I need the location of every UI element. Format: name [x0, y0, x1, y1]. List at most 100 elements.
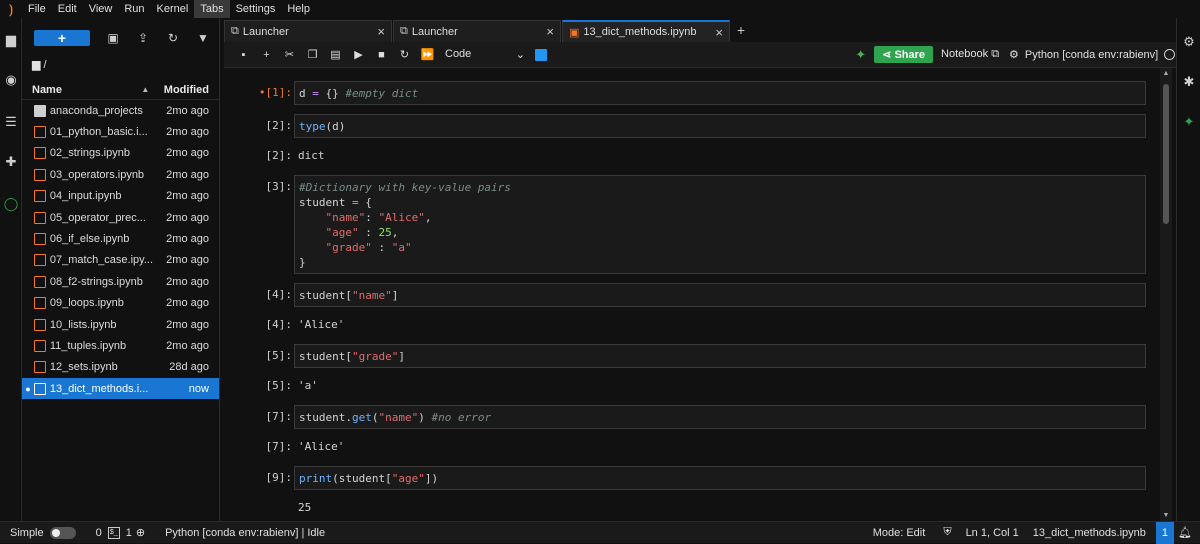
tab-1[interactable]: ⧉ Launcher × [224, 20, 392, 42]
git-icon[interactable]: ◯ [3, 196, 19, 212]
save-icon[interactable]: ▪ [232, 49, 255, 61]
menu-tabs[interactable]: Tabs [194, 0, 230, 18]
simple-mode-toggle[interactable]: Simple [10, 526, 76, 539]
shield-icon[interactable]: ⛨ [943, 526, 951, 539]
code-cell-editor[interactable]: d = {} #empty dict [294, 81, 1146, 105]
add-tab-button[interactable]: + [731, 20, 751, 42]
menu-run[interactable]: Run [118, 0, 150, 18]
new-folder-icon[interactable]: ▣ [100, 31, 126, 45]
insert-cell-icon[interactable]: + [255, 49, 278, 61]
breadcrumb[interactable]: ▆ / [22, 58, 219, 80]
code-cell-editor[interactable]: #Dictionary with key-value pairs student… [294, 175, 1146, 274]
notification-count[interactable]: 1 [1155, 521, 1175, 544]
bell-icon[interactable]: 🔔︎ [1178, 526, 1192, 539]
menu-help[interactable]: Help [281, 0, 316, 18]
simple-label: Simple [10, 526, 44, 539]
upload-icon[interactable]: ⇪ [130, 31, 156, 45]
restart-run-all-icon[interactable]: ⏩ [416, 48, 439, 61]
scroll-thumb[interactable] [1163, 84, 1169, 224]
tab-bar: ⧉ Launcher × ⧉ Launcher × ▣ 13_dict_methods.ipy… [224, 18, 1200, 42]
column-name[interactable]: Name [22, 84, 141, 96]
notebook-icon [33, 318, 46, 331]
menu-file[interactable]: File [22, 0, 52, 18]
debugger-icon[interactable]: ✱ [1181, 74, 1197, 90]
new-launcher-button[interactable]: + [34, 30, 90, 46]
copy-icon[interactable]: ❐ [301, 48, 324, 61]
close-icon[interactable]: × [546, 24, 554, 39]
notebook-icon [33, 297, 46, 310]
code-cell-editor[interactable]: type(d) [294, 114, 1146, 138]
menu-settings[interactable]: Settings [230, 0, 282, 18]
cell-prompt: [9]: [265, 471, 293, 484]
file-list-item[interactable]: 01_python_basic.i... 2mo ago [22, 121, 219, 142]
file-list-item[interactable]: 07_match_case.ipy... 2mo ago [22, 250, 219, 271]
tab-3[interactable]: ▣ 13_dict_methods.ipynb × [562, 20, 730, 42]
terminals-status[interactable]: 0 $_ 1 ⊕ [96, 526, 145, 539]
close-icon[interactable]: × [377, 24, 385, 39]
file-list-item[interactable]: 06_if_else.ipynb 2mo ago [22, 228, 219, 249]
right-sidebar: ⚙ ✱ ✦ [1176, 18, 1200, 521]
file-list-item[interactable]: ● 13_dict_methods.i... now [22, 378, 219, 400]
code-cell-editor[interactable]: print(student["age"]) [294, 466, 1146, 490]
menu-kernel[interactable]: Kernel [151, 0, 195, 18]
cell-type-select[interactable]: Code ⌄ [445, 48, 525, 61]
restart-icon[interactable]: ↻ [393, 48, 416, 61]
file-list-item[interactable]: 09_loops.ipynb 2mo ago [22, 293, 219, 314]
filter-icon[interactable]: ▼ [190, 31, 216, 45]
kernel-status-icon [1164, 49, 1176, 60]
refresh-icon[interactable]: ↻ [160, 31, 186, 45]
file-list-item[interactable]: 04_input.ipynb 2mo ago [22, 186, 219, 207]
stop-icon[interactable]: ■ [370, 49, 393, 61]
toggle-switch[interactable] [49, 526, 76, 539]
file-modified: 2mo ago [166, 104, 210, 117]
ai-assistant-icon[interactable]: ✦ [1181, 114, 1197, 130]
code-cell-editor[interactable]: student["name"] [294, 283, 1146, 307]
menu-view[interactable]: View [83, 0, 119, 18]
menu-items: File Edit View Run Kernel Tabs Settings Help [22, 0, 316, 18]
extensions-icon[interactable]: ✚ [3, 154, 19, 170]
table-of-contents-icon[interactable]: ☰ [3, 114, 19, 130]
cell-output: 25 [298, 501, 312, 514]
file-list-item[interactable]: 03_operators.ipynb 2mo ago [22, 164, 219, 185]
notebook-scrollbar[interactable]: ▲ ▼ [1160, 68, 1172, 521]
menu-edit[interactable]: Edit [52, 0, 83, 18]
file-list-item[interactable]: 05_operator_prec... 2mo ago [22, 207, 219, 228]
gear-icon[interactable]: ⚙ [1009, 48, 1019, 61]
file-list-item[interactable]: 08_f2-strings.ipynb 2mo ago [22, 271, 219, 292]
paste-icon[interactable]: ▤ [324, 48, 347, 61]
terminals-count: 0 [95, 526, 102, 539]
tab-2[interactable]: ⧉ Launcher × [393, 20, 561, 42]
file-name: 06_if_else.ipynb [49, 233, 130, 246]
cut-icon[interactable]: ✂ [278, 48, 301, 61]
notebook-view-button[interactable]: Notebook ⧉ [941, 48, 999, 61]
run-icon[interactable]: ▶ [347, 48, 370, 61]
file-list-item[interactable]: 12_sets.ipynb 28d ago [22, 357, 219, 378]
file-name: 07_match_case.ipy... [49, 254, 154, 267]
file-list-item[interactable]: 10_lists.ipynb 2mo ago [22, 314, 219, 335]
ai-sparkle-icon[interactable]: ✦ [855, 47, 866, 63]
share-button[interactable]: ⋖ Share [874, 46, 934, 63]
kernel-status[interactable]: Python [conda env:rabienv] | Idle [165, 527, 325, 539]
settings-gears-icon[interactable]: ⚙ [1181, 34, 1197, 50]
scroll-down-icon[interactable]: ▼ [1160, 512, 1172, 519]
file-list-item[interactable]: anaconda_projects 2mo ago [22, 100, 219, 121]
file-modified: 2mo ago [166, 297, 209, 310]
folder-icon[interactable]: ▆ [3, 32, 19, 48]
code-cell-editor[interactable]: student["grade"] [294, 344, 1146, 368]
kernel-name[interactable]: Python [conda env:rabienv] [1025, 49, 1158, 61]
file-list-item[interactable]: 11_tuples.ipynb 2mo ago [22, 335, 219, 356]
file-name: anaconda_projects [49, 104, 143, 117]
code-cell-editor[interactable]: student.get("name") #no error [294, 405, 1146, 429]
close-icon[interactable]: × [715, 25, 723, 40]
column-modified[interactable]: Modified [161, 84, 219, 96]
property-inspector-icon[interactable] [535, 48, 547, 61]
file-modified: 2mo ago [166, 211, 209, 224]
menu-bar: ⟯ File Edit View Run Kernel Tabs Settings Help [0, 0, 1200, 18]
cursor-position[interactable]: Ln 1, Col 1 [966, 527, 1019, 539]
cell-prompt: •[1]: [258, 86, 292, 99]
running-kernels-icon[interactable]: ◉ [3, 72, 19, 88]
file-list-item[interactable]: 02_strings.ipynb 2mo ago [22, 143, 219, 164]
file-browser-toolbar: + ▣ ⇪ ↻ ▼ [22, 18, 219, 58]
share-icon: ⋖ [882, 49, 895, 61]
scroll-up-icon[interactable]: ▲ [1160, 70, 1172, 77]
